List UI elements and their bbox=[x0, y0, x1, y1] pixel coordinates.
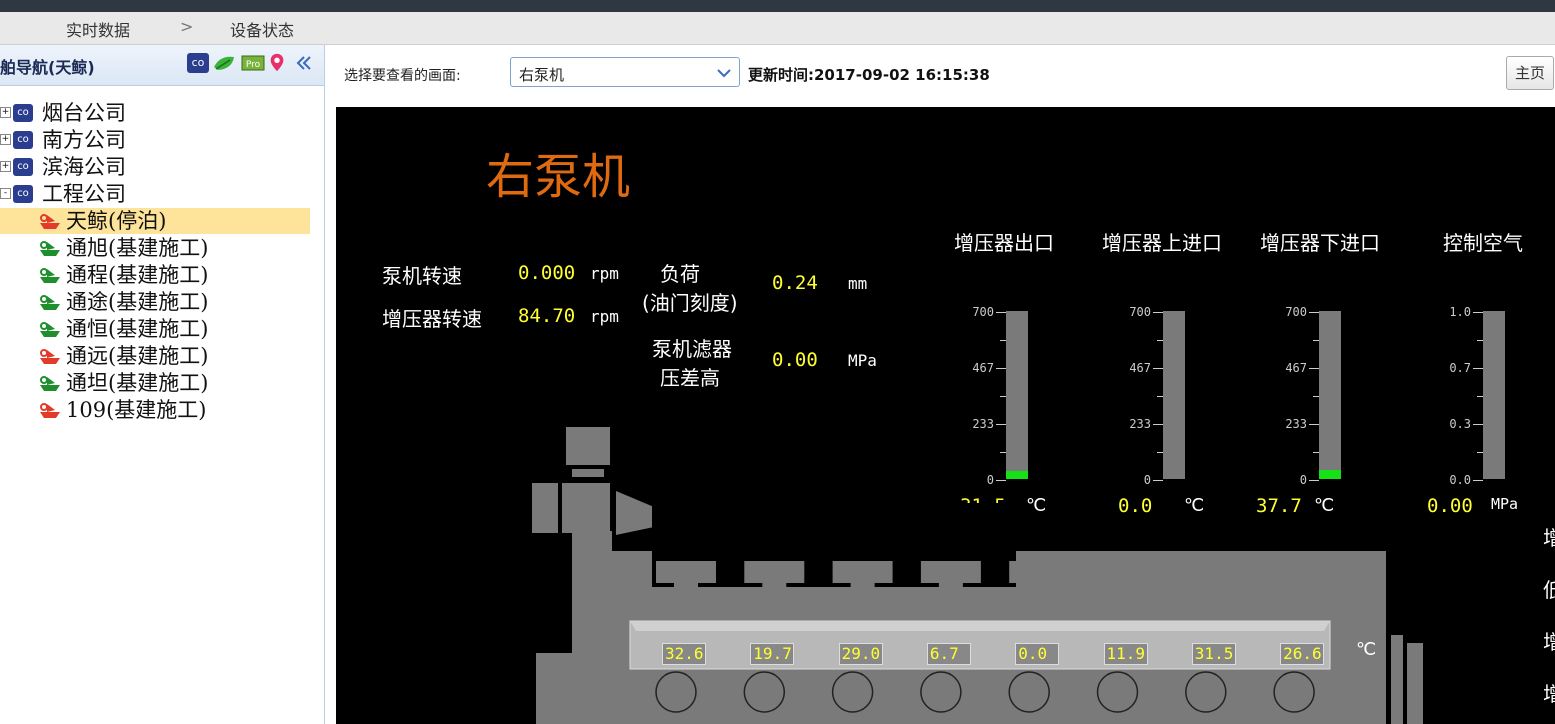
expand-icon[interactable]: + bbox=[0, 107, 11, 118]
company-icon: co bbox=[13, 131, 33, 149]
co-icon[interactable]: co bbox=[187, 53, 209, 73]
tree-item-ship[interactable]: 通程(基建施工) bbox=[0, 262, 310, 288]
engine-coupling-2 bbox=[1407, 643, 1423, 724]
tree-item-label: 通远(基建施工) bbox=[66, 344, 209, 368]
expand-icon[interactable]: + bbox=[0, 134, 11, 145]
screen-select[interactable]: 右泵机 bbox=[510, 57, 740, 87]
ship-icon bbox=[40, 376, 60, 391]
tree-item-ship[interactable]: 通恒(基建施工) bbox=[0, 316, 310, 342]
cylinder-temp: 29.0 bbox=[838, 643, 883, 665]
cylinder-temp: 32.6 bbox=[662, 643, 706, 665]
update-time-label: 更新时间: bbox=[748, 66, 814, 84]
update-time: 更新时间:2017-09-02 16:15:38 bbox=[748, 64, 990, 85]
company-icon: co bbox=[13, 104, 33, 122]
breadcrumb-item-device-status[interactable]: 设备状态 bbox=[230, 17, 294, 41]
engine-coupling-1 bbox=[1391, 635, 1403, 724]
tree-item-label: 通坦(基建施工) bbox=[66, 371, 209, 395]
engine-flywheel bbox=[536, 653, 572, 724]
tree-item-ship[interactable]: 109(基建施工) bbox=[0, 397, 310, 423]
tree-item-label: 烟台公司 bbox=[42, 101, 126, 125]
toolbar: 选择要查看的画面: 右泵机 更新时间:2017-09-02 16:15:38 主… bbox=[336, 45, 1555, 107]
tree-item-ship[interactable]: 通远(基建施工) bbox=[0, 343, 310, 369]
cylinder-temp: 31.5 bbox=[1191, 643, 1236, 665]
expand-icon[interactable]: + bbox=[0, 161, 11, 172]
ship-icon bbox=[40, 403, 60, 418]
tree-item-ship[interactable]: 通旭(基建施工) bbox=[0, 235, 310, 261]
ship-icon bbox=[40, 268, 60, 283]
main-area: 选择要查看的画面: 右泵机 更新时间:2017-09-02 16:15:38 主… bbox=[336, 45, 1555, 724]
screen-select-value: 右泵机 bbox=[519, 66, 565, 84]
tree-item-label: 109(基建施工) bbox=[66, 398, 207, 422]
cylinder-temp: 11.9 bbox=[1103, 643, 1148, 665]
right-edge-label: 增 bbox=[1543, 630, 1555, 654]
right-edge-label: 低 bbox=[1543, 578, 1555, 602]
company-icon: co bbox=[13, 185, 33, 203]
home-button[interactable]: 主页 bbox=[1506, 56, 1554, 90]
ship-icon bbox=[40, 214, 60, 229]
tree-item-label: 通恒(基建施工) bbox=[66, 317, 209, 341]
cylinder-temp: 6.7 bbox=[926, 643, 971, 665]
ship-icon bbox=[40, 322, 60, 337]
engine-turbo-cone bbox=[616, 491, 654, 535]
ship-icon bbox=[40, 295, 60, 310]
cylinder-temp-unit: ℃ bbox=[1356, 639, 1377, 660]
tree-item-label: 天鲸(停泊) bbox=[66, 209, 167, 233]
breadcrumb-item-realtime[interactable]: 实时数据 bbox=[66, 17, 130, 41]
update-time-value: 2017-09-02 16:15:38 bbox=[814, 66, 990, 84]
sidebar: 舶导航(天鲸) co Pro + co 烟台公司 + co 南方公司 + co 滨海公司 - co 工… bbox=[0, 45, 325, 724]
tree-item-label: 滨海公司 bbox=[42, 155, 126, 179]
engine-exhaust-neck bbox=[572, 469, 604, 477]
exhaust-manifold-top bbox=[630, 621, 1330, 631]
cylinder-temp: 0.0 bbox=[1015, 643, 1060, 665]
ship-icon bbox=[40, 241, 60, 256]
tree-item-label: 通程(基建施工) bbox=[66, 263, 209, 287]
engine-turbo-left bbox=[532, 483, 558, 533]
collapse-icon[interactable] bbox=[294, 53, 314, 73]
engine-diagram bbox=[532, 427, 1423, 724]
screen-select-label: 选择要查看的画面: bbox=[344, 68, 461, 84]
right-edge-label: 增 bbox=[1543, 682, 1555, 706]
chevron-down-icon bbox=[717, 69, 731, 78]
company-icon: co bbox=[13, 158, 33, 176]
tree-item-label: 通途(基建施工) bbox=[66, 290, 209, 314]
cylinder-temp: 19.7 bbox=[750, 643, 795, 665]
scada-panel: 右泵机 泵机转速 0.000 rpm 增压器转速 84.70 rpm 负荷 (油… bbox=[336, 107, 1555, 724]
breadcrumb: 实时数据 > 设备状态 bbox=[0, 12, 1555, 45]
engine-turbo-base bbox=[572, 531, 612, 551]
breadcrumb-separator: > bbox=[180, 17, 194, 36]
sidebar-title: 舶导航(天鲸) bbox=[0, 58, 95, 77]
pro-icon[interactable]: Pro bbox=[241, 53, 265, 73]
top-bar bbox=[0, 0, 1555, 12]
leaf-icon[interactable] bbox=[212, 53, 238, 73]
tree-item-label: 南方公司 bbox=[42, 128, 126, 152]
tree-item-ship[interactable]: 通坦(基建施工) bbox=[0, 370, 310, 396]
collapse-tree-icon[interactable]: - bbox=[0, 188, 11, 199]
tree-item-label: 工程公司 bbox=[42, 182, 126, 206]
engine-turbo-body bbox=[562, 483, 610, 533]
tree-item-ship[interactable]: 通途(基建施工) bbox=[0, 289, 310, 315]
ship-icon bbox=[40, 349, 60, 364]
location-pin-icon[interactable] bbox=[268, 53, 286, 73]
svg-text:Pro: Pro bbox=[246, 60, 261, 70]
cylinder-temp: 26.6 bbox=[1280, 643, 1325, 665]
tree-item-ship[interactable]: 天鲸(停泊) bbox=[0, 208, 310, 234]
engine-exhaust-stack bbox=[566, 427, 610, 465]
right-edge-label: 增 bbox=[1543, 526, 1555, 550]
tree-item-label: 通旭(基建施工) bbox=[66, 236, 209, 260]
sidebar-header: 舶导航(天鲸) co Pro bbox=[0, 45, 324, 86]
